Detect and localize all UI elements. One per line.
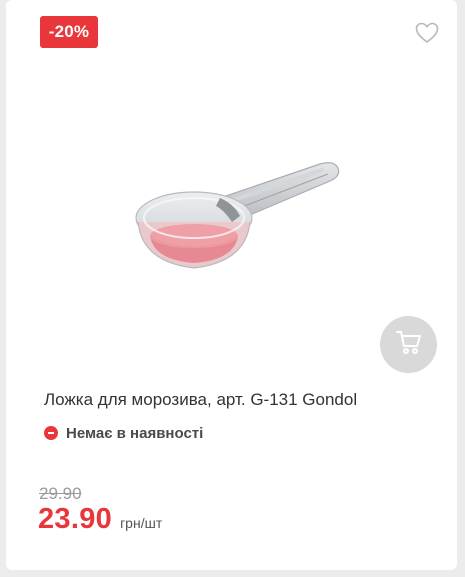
- product-card[interactable]: -20% Ложка для морозива, арт. G-131 Gond…: [6, 0, 457, 570]
- stock-status: Немає в наявності: [44, 424, 203, 442]
- cart-icon: [395, 329, 423, 360]
- old-price: 29.90: [39, 484, 82, 503]
- heart-icon[interactable]: [415, 22, 439, 44]
- out-of-stock-icon: [44, 426, 58, 440]
- product-title[interactable]: Ложка для морозива, арт. G-131 Gondol: [44, 390, 444, 410]
- product-image[interactable]: [124, 150, 354, 290]
- price-row: 23.90 грн/шт: [38, 503, 162, 536]
- current-price: 23.90: [38, 503, 113, 535]
- discount-badge: -20%: [40, 16, 98, 48]
- stock-status-text: Немає в наявності: [66, 424, 204, 442]
- price-unit: грн/шт: [120, 515, 163, 531]
- add-to-cart-button[interactable]: [380, 316, 437, 373]
